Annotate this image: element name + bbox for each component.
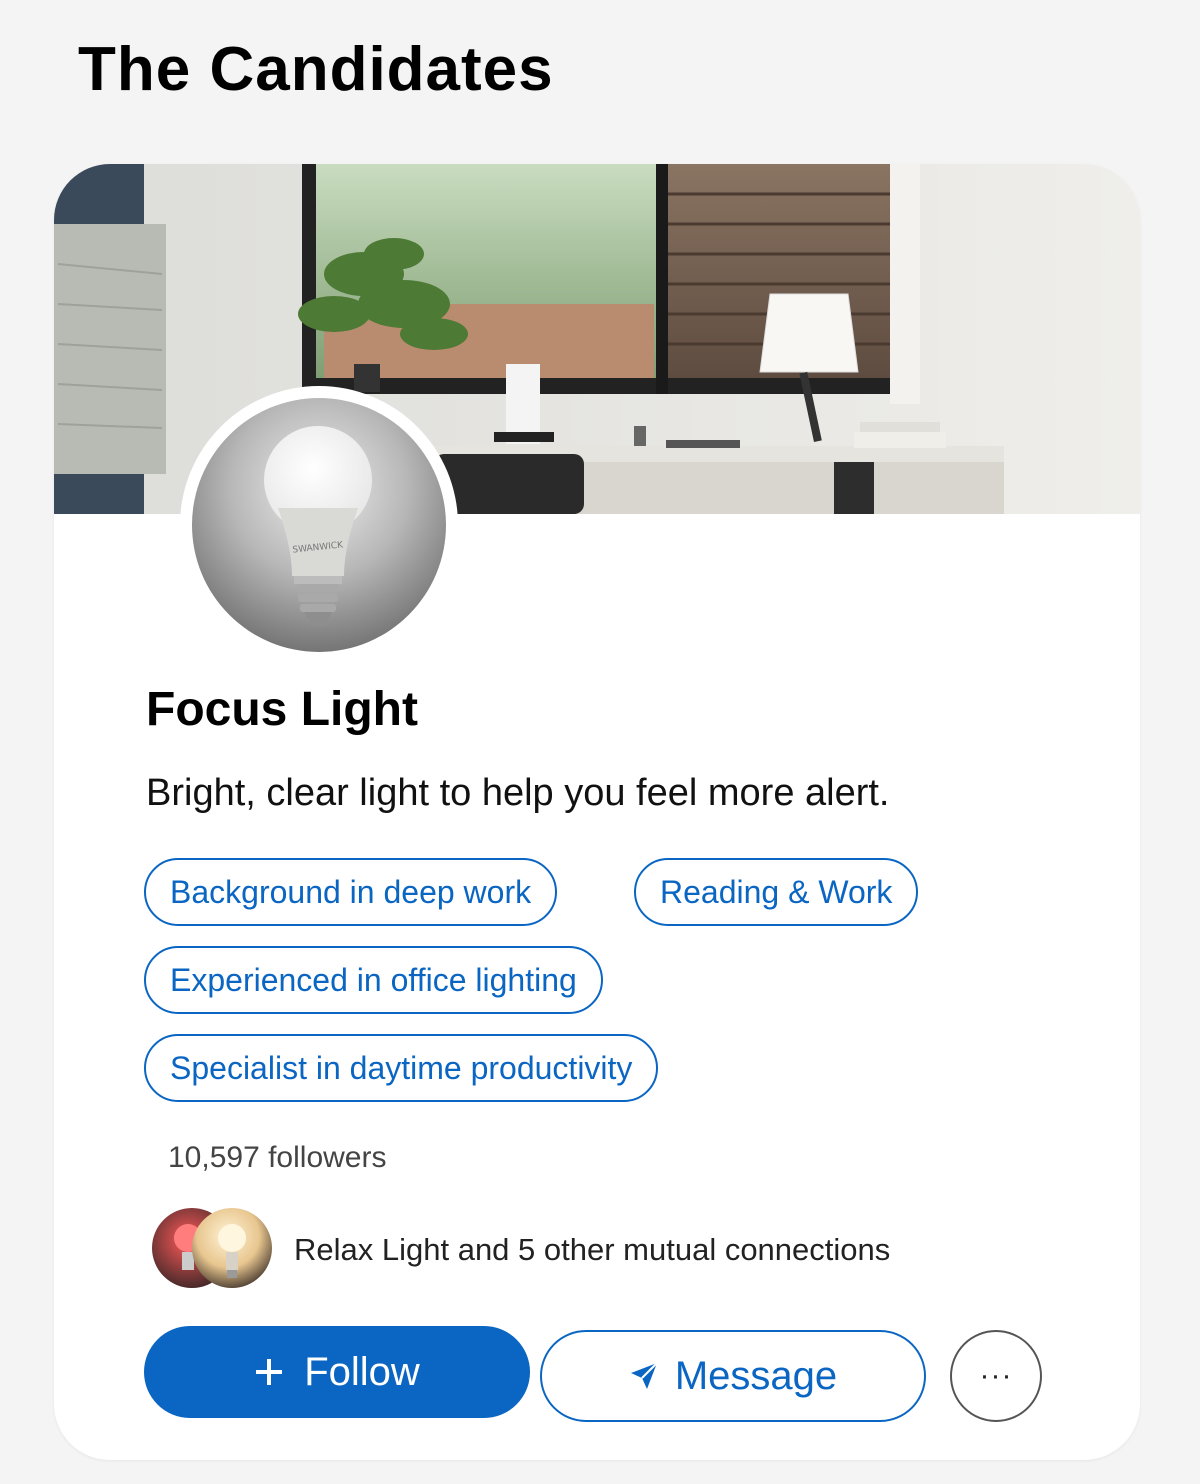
tag-chip[interactable]: Experienced in office lighting	[144, 946, 603, 1014]
profile-tagline: Bright, clear light to help you feel mor…	[146, 772, 890, 814]
warm-light-avatar	[192, 1208, 272, 1288]
page-title: The Candidates	[78, 35, 554, 104]
light-bulb-image: SWANWICK	[192, 398, 446, 652]
profile-name: Focus Light	[146, 683, 418, 736]
message-label: Message	[674, 1353, 838, 1398]
more-options-button[interactable]: ···	[950, 1330, 1042, 1422]
tag-chip[interactable]: Specialist in daytime productivity	[144, 1034, 659, 1102]
send-icon	[630, 1362, 658, 1389]
candidate-card: SWANWICK Focus Light Bright, clear light…	[54, 164, 1140, 1460]
mutual-connections-avatars[interactable]	[152, 1208, 276, 1288]
followers-count[interactable]: 10,597 followers	[168, 1138, 386, 1178]
tag-chip[interactable]: Background in deep work	[144, 858, 558, 926]
follow-label: Follow	[304, 1349, 420, 1394]
follow-button[interactable]: Follow	[144, 1326, 530, 1418]
mutual-connections-text[interactable]: Relax Light and 5 other mutual connectio…	[294, 1230, 890, 1270]
tag-chip[interactable]: Reading & Work	[634, 858, 919, 926]
message-button[interactable]: Message	[540, 1330, 926, 1422]
ellipsis-icon: ···	[979, 1359, 1013, 1392]
plus-icon	[256, 1359, 283, 1385]
profile-avatar: SWANWICK	[180, 386, 458, 664]
